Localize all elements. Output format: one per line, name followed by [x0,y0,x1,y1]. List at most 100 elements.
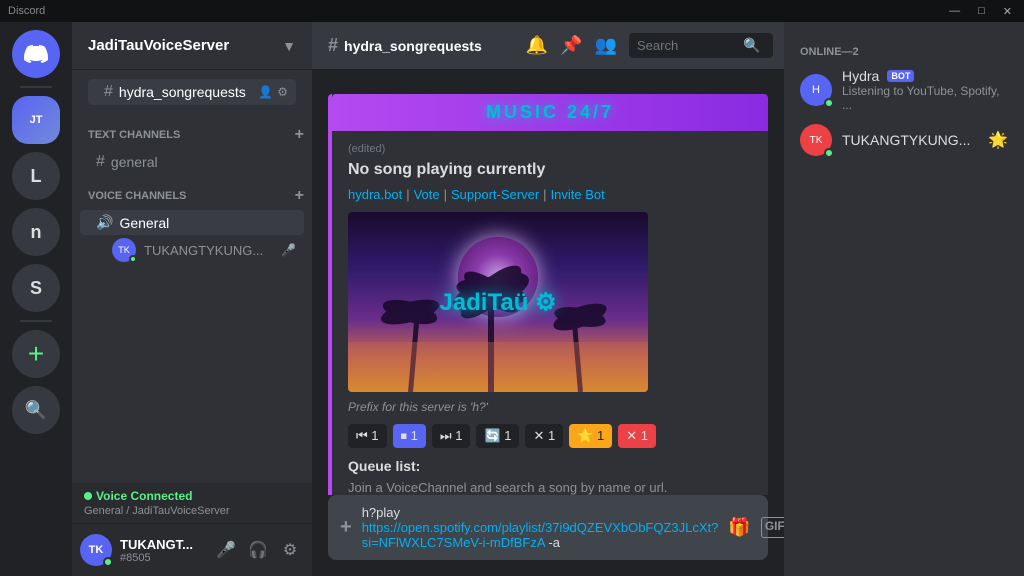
topbar-hash-icon: # [328,35,338,56]
text-channels-category[interactable]: TEXT CHANNELS + [72,122,312,148]
voice-connected-status: Voice Connected [84,489,300,503]
add-voice-channel-button[interactable]: + [295,187,304,205]
app-body: JT L n S + 🔍 JadiTauVoiceServer ▼ # hydr… [0,22,1024,576]
server-name: JadiTauVoiceServer [88,37,229,54]
member-badge-star: 🌟 [988,130,1008,150]
member-tag-hydra: BOT [887,70,914,82]
stop-button[interactable]: ⏹ 1 [393,424,426,448]
support-server-link[interactable]: Support-Server [451,187,539,202]
minimize-button[interactable]: — [945,5,964,18]
server-header[interactable]: JadiTauVoiceServer ▼ [72,22,312,70]
pin-icon[interactable]: 📌 [560,35,582,56]
add-text-channel-button[interactable]: + [295,126,304,144]
hydra-bot-link[interactable]: hydra.bot [348,187,402,202]
user-info: TUKANGT... #8505 [120,537,204,564]
chat-input-url: https://open.spotify.com/playlist/37i9dQ… [362,520,719,550]
voice-member-name: TUKANGTYKUNG... [144,243,263,258]
embed-logo: JadiTaü ⚙ [439,288,556,317]
voice-connected-banner: Voice Connected General / JadiTauVoiceSe… [72,483,312,524]
online-category: ONLINE—2 [792,38,1016,62]
embed-prefix-note: Prefix for this server is 'h?' [348,400,752,414]
channel-list: TEXT CHANNELS + # general VOICE CHANNELS… [72,106,312,483]
members-sidebar: ONLINE—2 H Hydra BOT Listening to YouTub… [784,22,1024,576]
skip-back-button[interactable]: ⏮ 1 [348,424,387,448]
chat-input-display: h?play https://open.spotify.com/playlist… [362,505,719,550]
server-icon-s[interactable]: S [12,264,60,312]
server-icon-l[interactable]: L [12,152,60,200]
server-sidebar: JT L n S + 🔍 [0,22,72,576]
voice-status-text: Voice Connected [96,489,192,503]
deafen-button[interactable]: 🎧 [244,536,272,564]
hash-icon: # [96,153,105,171]
add-server-button[interactable]: + [12,330,60,378]
app-title: Discord [8,5,945,17]
discord-home-button[interactable] [12,30,60,78]
hash-icon: # [104,83,113,101]
star-button[interactable]: ⭐ 1 [569,424,612,448]
topbar-icons: 🔔 📌 👥 🔍 @ ❓ [526,33,784,58]
member-sub-hydra: Listening to YouTube, Spotify, ... [842,84,1008,112]
settings-button[interactable]: ⚙ [276,536,304,564]
person-icon: 👤 [258,85,273,99]
member-item-tukangtykung[interactable]: TK TUKANGTYKUNG... 🌟 [792,118,1016,162]
voice-channels-category[interactable]: VOICE CHANNELS + [72,183,312,209]
vote-link[interactable]: Vote [414,187,440,202]
voice-channel-general[interactable]: 🔊 General [80,210,304,235]
discover-servers-button[interactable]: 🔍 [12,386,60,434]
members-icon[interactable]: 👥 [595,35,617,56]
gift-icon[interactable]: 🎁 [728,517,750,538]
channel-item-general[interactable]: # general [80,149,304,175]
close-button[interactable]: ✕ [999,5,1016,18]
main-content: # hydra_songrequests ⏸ = Pause/Resume a … [312,22,1024,576]
chevron-down-icon: ▼ [282,38,296,54]
search-input[interactable] [637,38,737,53]
user-avatar[interactable]: TK [80,534,112,566]
skip-forward-button[interactable]: ⏭ 1 [432,424,471,448]
channel-sidebar: JadiTauVoiceServer ▼ # hydra_songrequest… [72,22,312,576]
gif-icon[interactable]: GIF [761,517,784,538]
channel-name: general [111,154,158,170]
add-attachment-button[interactable]: + [340,516,352,539]
member-avatar-tukangtykung: TK [800,124,832,156]
settings-icon: ⚙ [277,85,288,99]
member-item-hydra[interactable]: H Hydra BOT Listening to YouTube, Spotif… [792,62,1016,118]
member-info-tukangtykung: TUKANGTYKUNG... [842,132,978,148]
voice-channel-name: General [119,215,169,231]
chat-input-prefix: h?play [362,505,400,520]
user-controls: 🎤 🎧 ⚙ [212,536,304,564]
mute-button[interactable]: 🎤 [212,536,240,564]
member-info-hydra: Hydra BOT Listening to YouTube, Spotify,… [842,68,1008,112]
pinned-channel-name: hydra_songrequests [119,84,246,100]
loop-button[interactable]: 🔄 1 [476,424,519,448]
channel-icon-group: 👤 ⚙ [258,85,288,99]
queue-section: Queue list: Join a VoiceChannel and sear… [348,458,752,495]
invite-bot-link[interactable]: Invite Bot [551,187,605,202]
server-icon-jaditau[interactable]: JT [12,96,60,144]
embed-controls: ⏮ 1 ⏹ 1 ⏭ 1 🔄 1 ✕ 1 ⭐ 1 ✕ 1 [348,424,752,448]
search-bar[interactable]: 🔍 [629,33,773,58]
topbar-channel-name: hydra_songrequests [344,38,482,54]
shuffle-button[interactable]: ✕ 1 [525,424,563,448]
queue-title: Queue list: [348,458,752,474]
titlebar: Discord — □ ✕ [0,0,1024,22]
member-name-hydra: Hydra [842,68,879,84]
pinned-channel-item[interactable]: # hydra_songrequests 👤 ⚙ [88,79,296,105]
chat-input-flag: -a [548,535,560,550]
voice-member-avatar: TK [112,238,136,262]
voice-channels-label: VOICE CHANNELS [88,190,186,202]
voice-member-item[interactable]: TK TUKANGTYKUNG... 🎤 [80,236,304,264]
pinned-channel-area: # hydra_songrequests 👤 ⚙ [72,70,312,106]
maximize-button[interactable]: □ [974,5,989,18]
embed-links: hydra.bot | Vote | Support-Server | Invi… [348,187,752,202]
embed-banner: MUSIC 24/7 [332,94,768,131]
bell-icon[interactable]: 🔔 [526,35,548,56]
member-status-tukangtykung [824,148,834,158]
clear-button[interactable]: ✕ 1 [618,424,656,448]
embed-edited-tag: (edited) [348,143,752,155]
voice-member-icon: 🎤 [281,243,296,257]
embed-banner-text: MUSIC 24/7 [486,102,614,122]
member-avatar-hydra: H [800,74,832,106]
server-divider-2 [20,320,52,322]
server-icon-n[interactable]: n [12,208,60,256]
user-discriminator: #8505 [120,552,204,564]
